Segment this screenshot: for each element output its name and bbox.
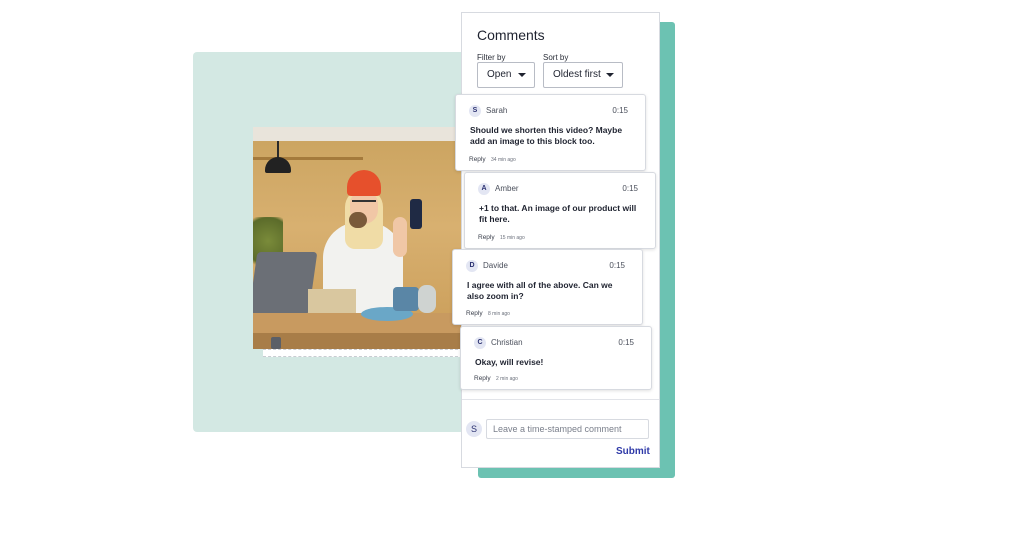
- chevron-down-icon: [518, 73, 526, 77]
- person-hat: [347, 170, 381, 196]
- person-glasses: [352, 200, 376, 205]
- reply-button[interactable]: Reply: [466, 310, 483, 317]
- mug-icon: [393, 287, 419, 311]
- submit-button[interactable]: Submit: [616, 446, 650, 457]
- avatar: S: [469, 105, 481, 117]
- comment-author: Davide: [483, 261, 508, 270]
- comment-timestamp[interactable]: 0:15: [612, 106, 628, 115]
- avatar: S: [466, 421, 482, 437]
- comment-timestamp[interactable]: 0:15: [618, 338, 634, 347]
- person-arm: [393, 217, 407, 257]
- reply-button[interactable]: Reply: [474, 375, 491, 382]
- comment-age: 8 min ago: [488, 311, 510, 317]
- sort-dropdown[interactable]: Oldest first: [543, 62, 623, 88]
- box-icon: [308, 289, 356, 313]
- comment-text: Should we shorten this video? Maybe add …: [470, 125, 623, 146]
- reply-button[interactable]: Reply: [478, 234, 495, 241]
- comment-card[interactable]: S Sarah 0:15 Should we shorten this vide…: [455, 94, 646, 171]
- comment-card[interactable]: A Amber 0:15 +1 to that. An image of our…: [464, 172, 656, 249]
- comment-text: Okay, will revise!: [475, 357, 544, 367]
- comment-author: Sarah: [486, 106, 508, 115]
- composer-divider: [462, 399, 659, 400]
- video-frame[interactable]: [253, 127, 463, 349]
- avatar: A: [478, 183, 490, 195]
- chevron-down-icon: [606, 73, 614, 77]
- panel-title: Comments: [477, 27, 545, 43]
- comment-card[interactable]: C Christian 0:15 Okay, will revise! Repl…: [460, 326, 652, 390]
- filter-dropdown-value: Open: [487, 69, 512, 80]
- desk: [253, 313, 463, 335]
- comment-age: 2 min ago: [496, 376, 518, 382]
- sort-label: Sort by: [543, 53, 569, 62]
- vase-icon: [418, 285, 436, 313]
- comment-card[interactable]: D Davide 0:15 I agree with all of the ab…: [452, 249, 643, 325]
- cup-icon: [349, 212, 367, 228]
- comment-author: Christian: [491, 338, 523, 347]
- comment-input[interactable]: Leave a time-stamped comment: [486, 419, 649, 439]
- comment-author: Amber: [495, 184, 519, 193]
- comment-age: 34 min ago: [491, 157, 516, 163]
- playhead-handle[interactable]: [271, 337, 281, 349]
- comment-age: 15 min ago: [500, 235, 525, 241]
- filter-dropdown[interactable]: Open: [477, 62, 535, 88]
- desk-edge: [253, 333, 463, 349]
- comment-text: +1 to that. An image of our product will…: [479, 203, 637, 224]
- phone-icon: [410, 199, 422, 229]
- comment-timestamp[interactable]: 0:15: [622, 184, 638, 193]
- avatar: D: [466, 260, 478, 272]
- video-timeline[interactable]: [263, 349, 463, 357]
- sort-dropdown-value: Oldest first: [553, 69, 601, 80]
- comment-text: I agree with all of the above. Can we al…: [467, 280, 613, 301]
- filter-label: Filter by: [477, 53, 506, 62]
- avatar: C: [474, 337, 486, 349]
- reply-button[interactable]: Reply: [469, 156, 486, 163]
- comment-timestamp[interactable]: 0:15: [609, 261, 625, 270]
- video-top-strip: [253, 127, 463, 141]
